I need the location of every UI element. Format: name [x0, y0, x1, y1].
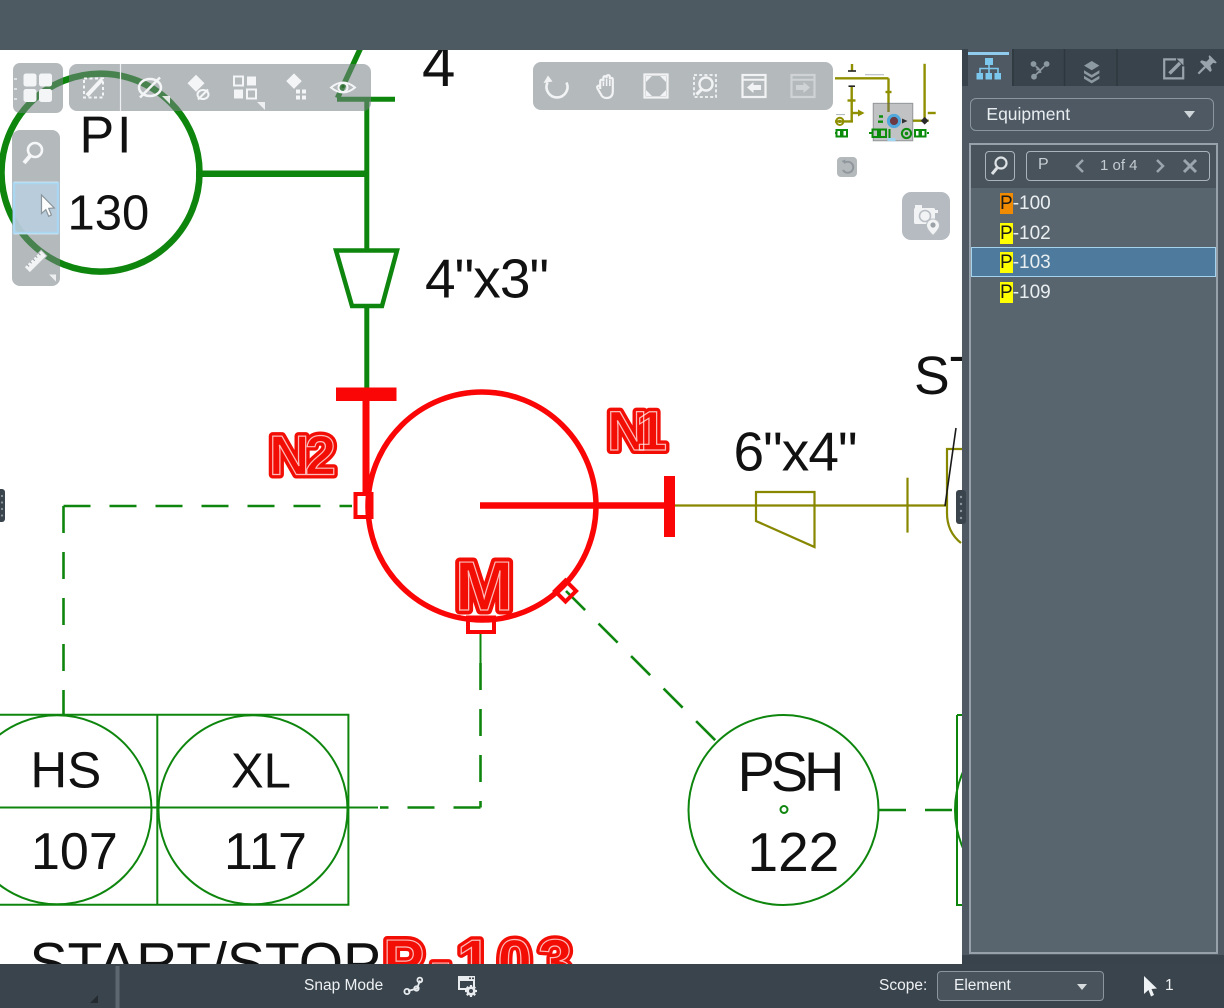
- svg-text:XL: XL: [231, 744, 291, 798]
- svg-text:HS: HS: [30, 741, 101, 798]
- svg-text:PSH: PSH: [738, 740, 845, 803]
- svg-text:130: 130: [68, 187, 150, 241]
- svg-text:107: 107: [31, 823, 118, 881]
- svg-text:M: M: [455, 547, 513, 625]
- svg-text:117: 117: [224, 823, 307, 881]
- svg-text:PI: PI: [80, 107, 135, 165]
- svg-text:4"x3": 4"x3": [425, 248, 549, 310]
- svg-text:N1: N1: [607, 399, 667, 462]
- svg-text:122: 122: [748, 821, 840, 883]
- svg-text:N2: N2: [269, 424, 336, 487]
- svg-text:6"x4": 6"x4": [734, 421, 858, 483]
